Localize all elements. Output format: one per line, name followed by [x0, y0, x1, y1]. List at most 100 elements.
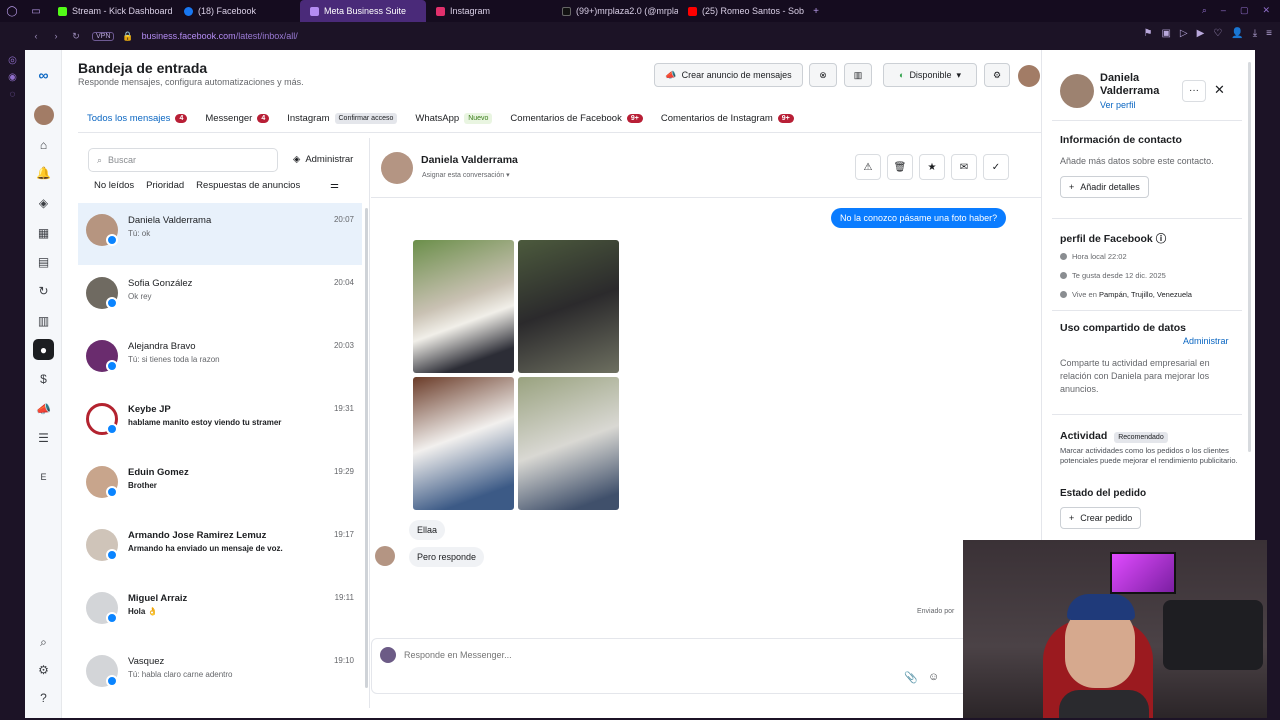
menu-icon[interactable]: ≡ — [1266, 28, 1272, 39]
meta-logo-icon[interactable]: ∞ — [33, 64, 54, 85]
close-icon[interactable]: ✕ — [1214, 82, 1225, 98]
tab-whatsapp[interactable]: WhatsApp Nuevo — [415, 108, 493, 128]
filter-settings-icon[interactable]: ⚌ — [330, 180, 339, 191]
shared-photo[interactable] — [413, 377, 514, 510]
browser-tab-strip: ◯ ▭ Stream - Kick Dashboard (18) Faceboo… — [0, 0, 1280, 22]
profile-icon[interactable]: 👤 — [1231, 28, 1243, 39]
settings-icon[interactable]: ⚙ — [33, 659, 54, 680]
tab-instagram-comments[interactable]: Comentarios de Instagram 9+ — [661, 108, 794, 128]
browser-tab-meta-business[interactable]: Meta Business Suite — [300, 0, 426, 22]
browser-tab-instagram[interactable]: Instagram — [426, 0, 552, 22]
ads-icon[interactable]: 📣 — [33, 398, 54, 419]
help-icon[interactable]: ? — [33, 687, 54, 708]
heart-icon[interactable]: ♡ — [1213, 28, 1222, 39]
filter-unread[interactable]: No leídos — [94, 180, 134, 191]
info-icon[interactable]: ⓘ — [1156, 233, 1167, 245]
tab-messenger[interactable]: Messenger 4 — [205, 108, 270, 128]
star-button[interactable]: ★ — [919, 154, 945, 180]
manage-button[interactable]: ◈ Administrar — [293, 154, 353, 165]
delete-button[interactable]: 🗑 — [887, 154, 913, 180]
create-ad-button[interactable]: 📣 Crear anuncio de mensajes — [654, 63, 803, 87]
insights-icon[interactable]: ▥ — [33, 310, 54, 331]
minimize-icon[interactable]: – — [1221, 5, 1226, 16]
list-item[interactable]: Keybe JP hablame manito estoy viendo tu s… — [78, 392, 362, 454]
tab-all-messages[interactable]: Todos los mensajes 4 — [87, 108, 188, 128]
url-field[interactable]: business.facebook.com/latest/inbox/all/ — [142, 31, 298, 41]
settings-button[interactable]: ⚙ — [984, 63, 1010, 87]
add-details-button[interactable]: + Añadir detalles — [1060, 176, 1149, 198]
likes-since: Te gusta desde 12 dic. 2025 — [1072, 271, 1166, 280]
view-profile-link[interactable]: Ver perfil — [1100, 100, 1136, 110]
maximize-icon[interactable]: ▢ — [1240, 5, 1249, 16]
list-item[interactable]: Vasquez Tú: habla claro carne adentro 19:1… — [78, 644, 362, 706]
messenger-sidebar-icon[interactable]: ◎ — [0, 55, 25, 66]
list-item[interactable]: Armando Jose Ramirez Lemuz Armando ha env… — [78, 518, 362, 580]
mark-done-button[interactable]: ✓ — [983, 154, 1009, 180]
insights-button[interactable]: ▥ — [844, 63, 872, 87]
panel-scrollbar[interactable] — [1248, 62, 1251, 452]
tab-facebook-comments[interactable]: Comentarios de Facebook 9+ — [510, 108, 643, 128]
assign-conversation-dropdown[interactable]: Asignar esta conversación ▾ — [422, 171, 510, 179]
engagement-icon[interactable]: ↻ — [33, 280, 54, 301]
bookmark-icon[interactable]: ⚑ — [1143, 28, 1152, 39]
automation-button[interactable]: ⊗ — [809, 63, 837, 87]
list-scrollbar[interactable] — [365, 208, 368, 688]
whatsapp-sidebar-icon[interactable]: ◉ — [0, 72, 25, 83]
play-icon[interactable]: ▶ — [1197, 28, 1205, 39]
search-input[interactable]: Buscar — [108, 155, 136, 165]
emoji-icon[interactable]: ☺ — [928, 671, 939, 683]
instagram-sidebar-icon[interactable]: ◌ — [0, 89, 25, 100]
avatar — [381, 152, 413, 184]
reply-input[interactable] — [404, 647, 704, 663]
profile-avatar[interactable] — [1018, 65, 1040, 87]
reload-icon[interactable]: ↻ — [66, 31, 86, 42]
chat-contact-name[interactable]: Daniela Valderrama — [421, 154, 518, 166]
search-box[interactable]: ⌕ Buscar — [88, 148, 278, 172]
tab-instagram[interactable]: Instagram Confirmar acceso — [287, 108, 398, 128]
close-window-icon[interactable]: ✕ — [1262, 5, 1270, 16]
browser-tab-tiktok[interactable]: (99+)mrplaza2.0 (@mrpla — [552, 0, 678, 22]
create-order-button[interactable]: + Crear pedido — [1060, 507, 1142, 529]
snapshot-icon[interactable]: ▣ — [1161, 28, 1170, 39]
filter-priority[interactable]: Prioridad — [146, 180, 184, 191]
browser-tab-kick[interactable]: Stream - Kick Dashboard — [48, 0, 174, 22]
availability-dropdown[interactable]: ◐ Disponible ▾ — [883, 63, 977, 87]
list-item[interactable]: Sofia González Ok rey 20:04 — [78, 266, 362, 328]
list-item[interactable]: Daniela Valderrama Tú: ok 20:07 — [78, 203, 362, 265]
list-item[interactable]: Miguel Arraiz Hola 👌 19:11 — [78, 581, 362, 643]
shared-photo[interactable] — [518, 377, 619, 510]
plus-icon: + — [1069, 182, 1075, 192]
download-icon[interactable]: ⤓ — [1253, 28, 1257, 39]
manage-data-link[interactable]: Administrar — [1183, 336, 1229, 346]
account-avatar[interactable] — [33, 104, 54, 125]
list-item[interactable]: Alejandra Bravo Tú: si tienes toda la raz… — [78, 329, 362, 391]
browser-tab-facebook[interactable]: (18) Facebook — [174, 0, 300, 22]
all-tools-icon[interactable]: ☰ — [33, 427, 54, 448]
more-options-button[interactable]: ··· — [1182, 80, 1206, 102]
filter-ad-replies[interactable]: Respuestas de anuncios — [196, 180, 300, 191]
workspaces-icon[interactable]: ▭ — [24, 6, 48, 17]
vpn-badge[interactable]: VPN — [92, 31, 115, 41]
attachment-icon[interactable]: 📎 — [904, 671, 918, 684]
new-tab-button[interactable]: + — [804, 6, 828, 17]
browser-logo-icon[interactable]: ◯ — [0, 6, 24, 17]
calendar-icon[interactable]: ▦ — [33, 222, 54, 243]
shared-photo[interactable] — [413, 240, 514, 373]
browser-tab-youtube[interactable]: (25) Romeo Santos - Sobr — [678, 0, 804, 22]
forward-icon[interactable]: › — [46, 31, 66, 41]
mark-unread-button[interactable]: ✉ — [951, 154, 977, 180]
compass-icon[interactable]: ◈ — [33, 192, 54, 213]
edit-letter[interactable]: E — [33, 466, 54, 487]
notifications-icon[interactable]: 🔔 — [33, 162, 54, 183]
shared-photo[interactable] — [518, 240, 619, 373]
inbox-icon[interactable]: ● — [33, 339, 54, 360]
send-icon[interactable]: ▷ — [1180, 28, 1188, 39]
list-item[interactable]: Eduin Gomez Brother 19:29 — [78, 455, 362, 517]
report-button[interactable]: ⚠ — [855, 154, 881, 180]
search-icon[interactable]: ⌕ — [33, 632, 54, 653]
back-icon[interactable]: ‹ — [26, 31, 46, 41]
search-tabs-icon[interactable]: ⌕ — [1202, 5, 1207, 16]
monetization-icon[interactable]: $ — [33, 368, 54, 389]
content-icon[interactable]: ▤ — [33, 251, 54, 272]
home-icon[interactable]: ⌂ — [33, 134, 54, 155]
